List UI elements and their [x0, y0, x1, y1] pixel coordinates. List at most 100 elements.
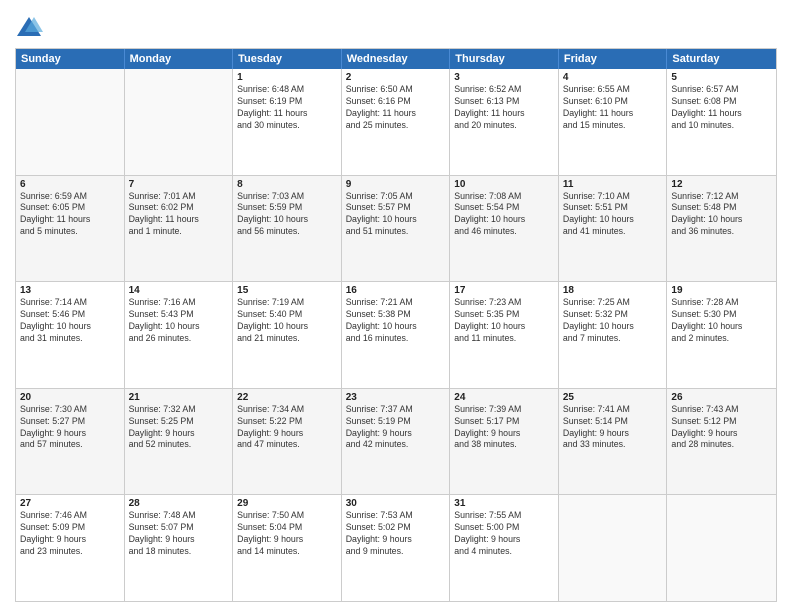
header-day-monday: Monday	[125, 49, 234, 69]
calendar-cell: 5Sunrise: 6:57 AMSunset: 6:08 PMDaylight…	[667, 69, 776, 175]
calendar-cell: 9Sunrise: 7:05 AMSunset: 5:57 PMDaylight…	[342, 176, 451, 282]
cell-info: Sunrise: 7:19 AMSunset: 5:40 PMDaylight:…	[237, 297, 337, 345]
page: SundayMondayTuesdayWednesdayThursdayFrid…	[0, 0, 792, 612]
day-number: 18	[563, 285, 663, 296]
calendar-body: 1Sunrise: 6:48 AMSunset: 6:19 PMDaylight…	[16, 69, 776, 601]
cell-info: Sunrise: 7:01 AMSunset: 6:02 PMDaylight:…	[129, 191, 229, 239]
calendar-cell: 14Sunrise: 7:16 AMSunset: 5:43 PMDayligh…	[125, 282, 234, 388]
day-number: 17	[454, 285, 554, 296]
cell-info: Sunrise: 7:25 AMSunset: 5:32 PMDaylight:…	[563, 297, 663, 345]
cell-info: Sunrise: 7:05 AMSunset: 5:57 PMDaylight:…	[346, 191, 446, 239]
day-number: 1	[237, 72, 337, 83]
day-number: 10	[454, 179, 554, 190]
cell-info: Sunrise: 7:55 AMSunset: 5:00 PMDaylight:…	[454, 510, 554, 558]
day-number: 27	[20, 498, 120, 509]
calendar-row-1: 6Sunrise: 6:59 AMSunset: 6:05 PMDaylight…	[16, 175, 776, 282]
calendar-cell: 27Sunrise: 7:46 AMSunset: 5:09 PMDayligh…	[16, 495, 125, 601]
cell-info: Sunrise: 7:32 AMSunset: 5:25 PMDaylight:…	[129, 404, 229, 452]
day-number: 23	[346, 392, 446, 403]
header-day-saturday: Saturday	[667, 49, 776, 69]
calendar-cell	[16, 69, 125, 175]
day-number: 12	[671, 179, 772, 190]
day-number: 4	[563, 72, 663, 83]
header	[15, 10, 777, 42]
day-number: 13	[20, 285, 120, 296]
day-number: 9	[346, 179, 446, 190]
header-day-wednesday: Wednesday	[342, 49, 451, 69]
day-number: 30	[346, 498, 446, 509]
calendar-cell: 30Sunrise: 7:53 AMSunset: 5:02 PMDayligh…	[342, 495, 451, 601]
calendar-cell: 26Sunrise: 7:43 AMSunset: 5:12 PMDayligh…	[667, 389, 776, 495]
day-number: 5	[671, 72, 772, 83]
cell-info: Sunrise: 6:48 AMSunset: 6:19 PMDaylight:…	[237, 84, 337, 132]
calendar-cell: 18Sunrise: 7:25 AMSunset: 5:32 PMDayligh…	[559, 282, 668, 388]
header-day-sunday: Sunday	[16, 49, 125, 69]
day-number: 24	[454, 392, 554, 403]
day-number: 28	[129, 498, 229, 509]
day-number: 16	[346, 285, 446, 296]
day-number: 19	[671, 285, 772, 296]
cell-info: Sunrise: 7:23 AMSunset: 5:35 PMDaylight:…	[454, 297, 554, 345]
cell-info: Sunrise: 7:03 AMSunset: 5:59 PMDaylight:…	[237, 191, 337, 239]
day-number: 20	[20, 392, 120, 403]
cell-info: Sunrise: 6:57 AMSunset: 6:08 PMDaylight:…	[671, 84, 772, 132]
calendar-cell: 4Sunrise: 6:55 AMSunset: 6:10 PMDaylight…	[559, 69, 668, 175]
cell-info: Sunrise: 7:08 AMSunset: 5:54 PMDaylight:…	[454, 191, 554, 239]
cell-info: Sunrise: 7:21 AMSunset: 5:38 PMDaylight:…	[346, 297, 446, 345]
calendar-cell	[559, 495, 668, 601]
header-day-tuesday: Tuesday	[233, 49, 342, 69]
day-number: 25	[563, 392, 663, 403]
calendar-cell: 20Sunrise: 7:30 AMSunset: 5:27 PMDayligh…	[16, 389, 125, 495]
calendar-cell: 17Sunrise: 7:23 AMSunset: 5:35 PMDayligh…	[450, 282, 559, 388]
cell-info: Sunrise: 7:12 AMSunset: 5:48 PMDaylight:…	[671, 191, 772, 239]
calendar-cell: 21Sunrise: 7:32 AMSunset: 5:25 PMDayligh…	[125, 389, 234, 495]
calendar-row-4: 27Sunrise: 7:46 AMSunset: 5:09 PMDayligh…	[16, 494, 776, 601]
calendar: SundayMondayTuesdayWednesdayThursdayFrid…	[15, 48, 777, 602]
cell-info: Sunrise: 7:34 AMSunset: 5:22 PMDaylight:…	[237, 404, 337, 452]
day-number: 29	[237, 498, 337, 509]
day-number: 6	[20, 179, 120, 190]
cell-info: Sunrise: 7:30 AMSunset: 5:27 PMDaylight:…	[20, 404, 120, 452]
calendar-cell: 22Sunrise: 7:34 AMSunset: 5:22 PMDayligh…	[233, 389, 342, 495]
calendar-cell: 29Sunrise: 7:50 AMSunset: 5:04 PMDayligh…	[233, 495, 342, 601]
calendar-row-2: 13Sunrise: 7:14 AMSunset: 5:46 PMDayligh…	[16, 281, 776, 388]
calendar-cell: 12Sunrise: 7:12 AMSunset: 5:48 PMDayligh…	[667, 176, 776, 282]
cell-info: Sunrise: 7:53 AMSunset: 5:02 PMDaylight:…	[346, 510, 446, 558]
calendar-cell	[667, 495, 776, 601]
cell-info: Sunrise: 7:14 AMSunset: 5:46 PMDaylight:…	[20, 297, 120, 345]
calendar-cell	[125, 69, 234, 175]
calendar-cell: 16Sunrise: 7:21 AMSunset: 5:38 PMDayligh…	[342, 282, 451, 388]
day-number: 3	[454, 72, 554, 83]
day-number: 8	[237, 179, 337, 190]
cell-info: Sunrise: 7:46 AMSunset: 5:09 PMDaylight:…	[20, 510, 120, 558]
cell-info: Sunrise: 7:16 AMSunset: 5:43 PMDaylight:…	[129, 297, 229, 345]
calendar-cell: 11Sunrise: 7:10 AMSunset: 5:51 PMDayligh…	[559, 176, 668, 282]
header-day-friday: Friday	[559, 49, 668, 69]
calendar-cell: 13Sunrise: 7:14 AMSunset: 5:46 PMDayligh…	[16, 282, 125, 388]
calendar-cell: 10Sunrise: 7:08 AMSunset: 5:54 PMDayligh…	[450, 176, 559, 282]
cell-info: Sunrise: 7:48 AMSunset: 5:07 PMDaylight:…	[129, 510, 229, 558]
calendar-cell: 31Sunrise: 7:55 AMSunset: 5:00 PMDayligh…	[450, 495, 559, 601]
cell-info: Sunrise: 7:10 AMSunset: 5:51 PMDaylight:…	[563, 191, 663, 239]
calendar-cell: 23Sunrise: 7:37 AMSunset: 5:19 PMDayligh…	[342, 389, 451, 495]
day-number: 11	[563, 179, 663, 190]
day-number: 15	[237, 285, 337, 296]
cell-info: Sunrise: 6:50 AMSunset: 6:16 PMDaylight:…	[346, 84, 446, 132]
calendar-cell: 24Sunrise: 7:39 AMSunset: 5:17 PMDayligh…	[450, 389, 559, 495]
cell-info: Sunrise: 6:59 AMSunset: 6:05 PMDaylight:…	[20, 191, 120, 239]
calendar-cell: 3Sunrise: 6:52 AMSunset: 6:13 PMDaylight…	[450, 69, 559, 175]
day-number: 26	[671, 392, 772, 403]
calendar-cell: 8Sunrise: 7:03 AMSunset: 5:59 PMDaylight…	[233, 176, 342, 282]
day-number: 22	[237, 392, 337, 403]
calendar-cell: 7Sunrise: 7:01 AMSunset: 6:02 PMDaylight…	[125, 176, 234, 282]
calendar-cell: 25Sunrise: 7:41 AMSunset: 5:14 PMDayligh…	[559, 389, 668, 495]
cell-info: Sunrise: 6:55 AMSunset: 6:10 PMDaylight:…	[563, 84, 663, 132]
day-number: 14	[129, 285, 229, 296]
day-number: 31	[454, 498, 554, 509]
calendar-cell: 1Sunrise: 6:48 AMSunset: 6:19 PMDaylight…	[233, 69, 342, 175]
cell-info: Sunrise: 7:50 AMSunset: 5:04 PMDaylight:…	[237, 510, 337, 558]
day-number: 21	[129, 392, 229, 403]
cell-info: Sunrise: 6:52 AMSunset: 6:13 PMDaylight:…	[454, 84, 554, 132]
day-number: 2	[346, 72, 446, 83]
cell-info: Sunrise: 7:28 AMSunset: 5:30 PMDaylight:…	[671, 297, 772, 345]
